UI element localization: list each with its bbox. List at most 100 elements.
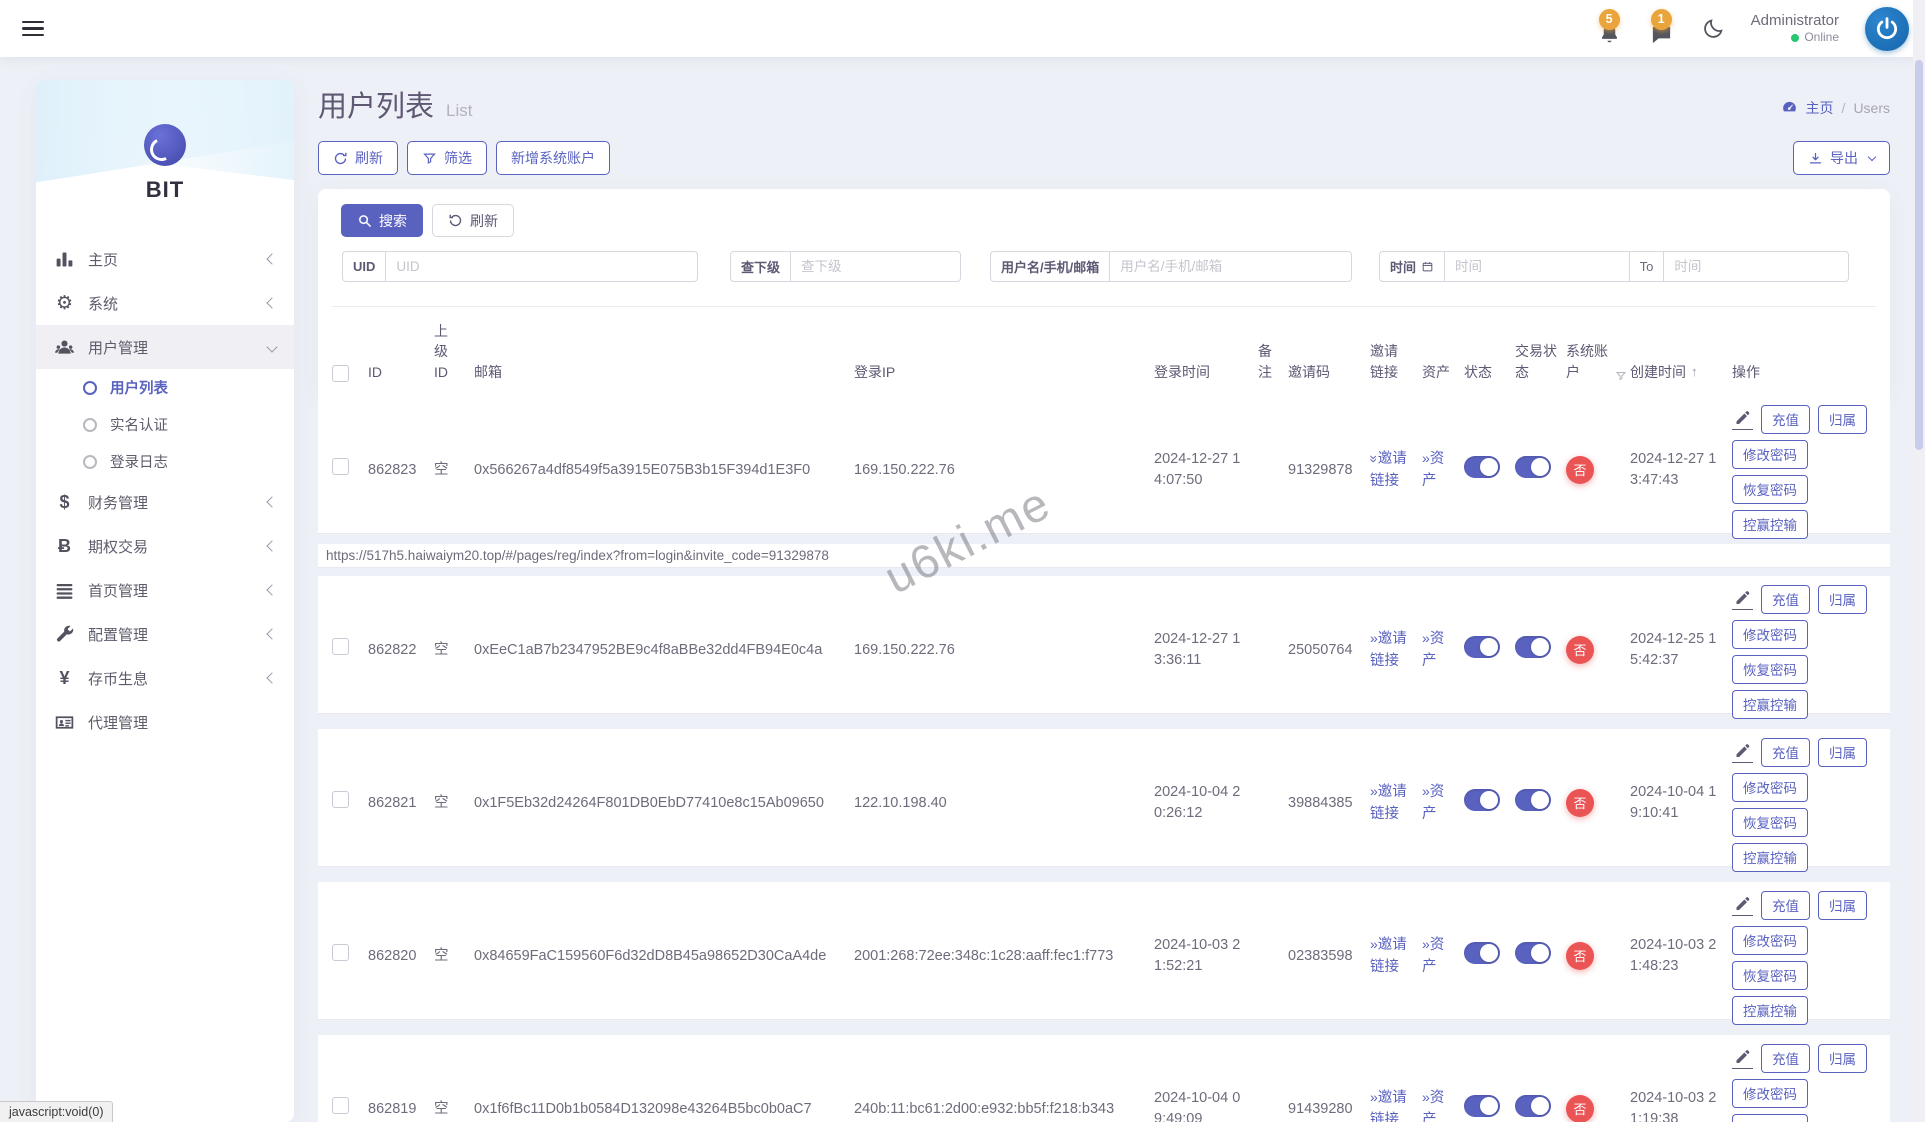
edit-button[interactable] [1732,1048,1753,1069]
sub-label: 查下级 [731,252,791,281]
breadcrumb-home-link[interactable]: 主页 [1806,98,1834,118]
sort-ascending-icon[interactable]: ↑ [1691,363,1698,382]
trade-status-toggle[interactable] [1515,1095,1551,1117]
dark-mode-toggle[interactable] [1701,17,1725,41]
sidebar-item-label: 财务管理 [88,492,255,513]
users-icon [54,337,75,358]
account-input[interactable] [1110,252,1351,281]
belong-button[interactable]: 归属 [1818,738,1867,767]
sidebar-item-finance[interactable]: $财务管理 [36,480,294,524]
restore-password-button[interactable]: 恢复密码 [1732,1114,1808,1122]
row-checkbox[interactable] [332,1097,349,1114]
edit-button[interactable] [1732,589,1753,610]
sidebar-item-config[interactable]: 配置管理 [36,612,294,656]
hamburger-menu-icon[interactable] [22,21,44,37]
cell-id: 862819 [368,1099,434,1121]
column-header-parent_id: 上级ID [434,321,474,382]
status-toggle[interactable] [1464,942,1500,964]
sidebar-item-home[interactable]: 主页 [36,237,294,281]
edit-button[interactable] [1732,742,1753,763]
gear-icon: ⚙ [54,293,75,314]
invite-link[interactable]: »邀请链接 [1370,934,1422,979]
belong-button[interactable]: 归属 [1818,1044,1867,1073]
invite-link[interactable]: »邀请链接 [1370,448,1422,493]
sidebar: BIT 主页⚙系统用户管理用户列表实名认证登录日志$财务管理Ƀ期权交易首页管理配… [36,80,294,1122]
sidebar-item-login-logs[interactable]: 登录日志 [36,443,294,480]
belong-button[interactable]: 归属 [1818,405,1867,434]
control-win-lose-button[interactable]: 控赢控输 [1732,510,1808,539]
sidebar-item-options-trading[interactable]: Ƀ期权交易 [36,524,294,568]
row-checkbox[interactable] [332,791,349,808]
cell-parent-id: 空 [434,793,474,815]
trade-status-toggle[interactable] [1515,789,1551,811]
invite-link[interactable]: »邀请链接 [1370,781,1422,826]
time-from-input[interactable] [1445,252,1629,281]
sidebar-item-user-management[interactable]: 用户管理 [36,325,294,369]
cell-email: 0x566267a4df8549f5a3915E075B3b15F394d1E3… [474,460,854,482]
messages-button[interactable]: 1 [1649,12,1675,46]
sidebar-item-kyc[interactable]: 实名认证 [36,406,294,443]
assets-link[interactable]: »资产 [1422,1087,1464,1122]
assets-link[interactable]: »资产 [1422,934,1464,979]
trade-status-toggle[interactable] [1515,636,1551,658]
change-password-button[interactable]: 修改密码 [1732,1079,1808,1108]
change-password-button[interactable]: 修改密码 [1732,620,1808,649]
restore-password-button[interactable]: 恢复密码 [1732,808,1808,837]
restore-password-button[interactable]: 恢复密码 [1732,655,1808,684]
control-win-lose-button[interactable]: 控赢控输 [1732,843,1808,872]
cell-select [332,791,368,816]
add-system-account-button[interactable]: 新增系统账户 [496,141,610,175]
change-password-button[interactable]: 修改密码 [1732,926,1808,955]
sub-input[interactable] [791,252,960,281]
sidebar-item-staking[interactable]: ¥存币生息 [36,656,294,700]
trade-status-toggle[interactable] [1515,942,1551,964]
invite-link[interactable]: »邀请链接 [1370,628,1422,673]
filter-button[interactable]: 筛选 [407,141,487,175]
belong-button[interactable]: 归属 [1818,585,1867,614]
table-row: 862822空0xEeC1aB7b2347952BE9c4f8aBBe32dd4… [318,576,1890,714]
sidebar-item-agent[interactable]: 代理管理 [36,700,294,744]
export-button[interactable]: 导出 [1793,141,1890,175]
row-checkbox[interactable] [332,944,349,961]
restore-password-button[interactable]: 恢复密码 [1732,475,1808,504]
user-menu[interactable]: Administrator Online [1751,12,1839,46]
change-password-button[interactable]: 修改密码 [1732,440,1808,469]
recharge-button[interactable]: 充值 [1761,738,1810,767]
status-toggle[interactable] [1464,456,1500,478]
row-checkbox[interactable] [332,638,349,655]
restore-password-button[interactable]: 恢复密码 [1732,961,1808,990]
change-password-button[interactable]: 修改密码 [1732,773,1808,802]
search-button[interactable]: 搜索 [341,204,423,237]
time-to-input[interactable] [1664,252,1848,281]
status-toggle[interactable] [1464,636,1500,658]
avatar[interactable] [1865,7,1909,51]
notifications-button[interactable]: 5 [1597,12,1623,46]
status-toggle[interactable] [1464,1095,1500,1117]
status-toggle[interactable] [1464,789,1500,811]
invite-link[interactable]: »邀请链接 [1370,1087,1422,1122]
refresh-button[interactable]: 刷新 [318,141,398,175]
sidebar-item-system[interactable]: ⚙系统 [36,281,294,325]
uid-input[interactable] [386,252,697,281]
belong-button[interactable]: 归属 [1818,891,1867,920]
edit-button[interactable] [1732,895,1753,916]
recharge-button[interactable]: 充值 [1761,1044,1810,1073]
scrollbar-thumb[interactable] [1915,60,1923,450]
column-header-created: 创建时间↑ [1630,362,1732,382]
recharge-button[interactable]: 充值 [1761,405,1810,434]
chevron-left-icon [266,297,277,308]
trade-status-toggle[interactable] [1515,456,1551,478]
control-win-lose-button[interactable]: 控赢控输 [1732,996,1808,1025]
assets-link[interactable]: »资产 [1422,781,1464,826]
sidebar-item-user-list[interactable]: 用户列表 [36,369,294,406]
sidebar-item-homepage[interactable]: 首页管理 [36,568,294,612]
select-all-checkbox[interactable] [332,365,349,382]
assets-link[interactable]: »资产 [1422,448,1464,493]
recharge-button[interactable]: 充值 [1761,585,1810,614]
control-win-lose-button[interactable]: 控赢控输 [1732,690,1808,719]
search-refresh-button[interactable]: 刷新 [432,204,514,237]
assets-link[interactable]: »资产 [1422,628,1464,673]
edit-button[interactable] [1732,409,1753,430]
row-checkbox[interactable] [332,458,349,475]
recharge-button[interactable]: 充值 [1761,891,1810,920]
